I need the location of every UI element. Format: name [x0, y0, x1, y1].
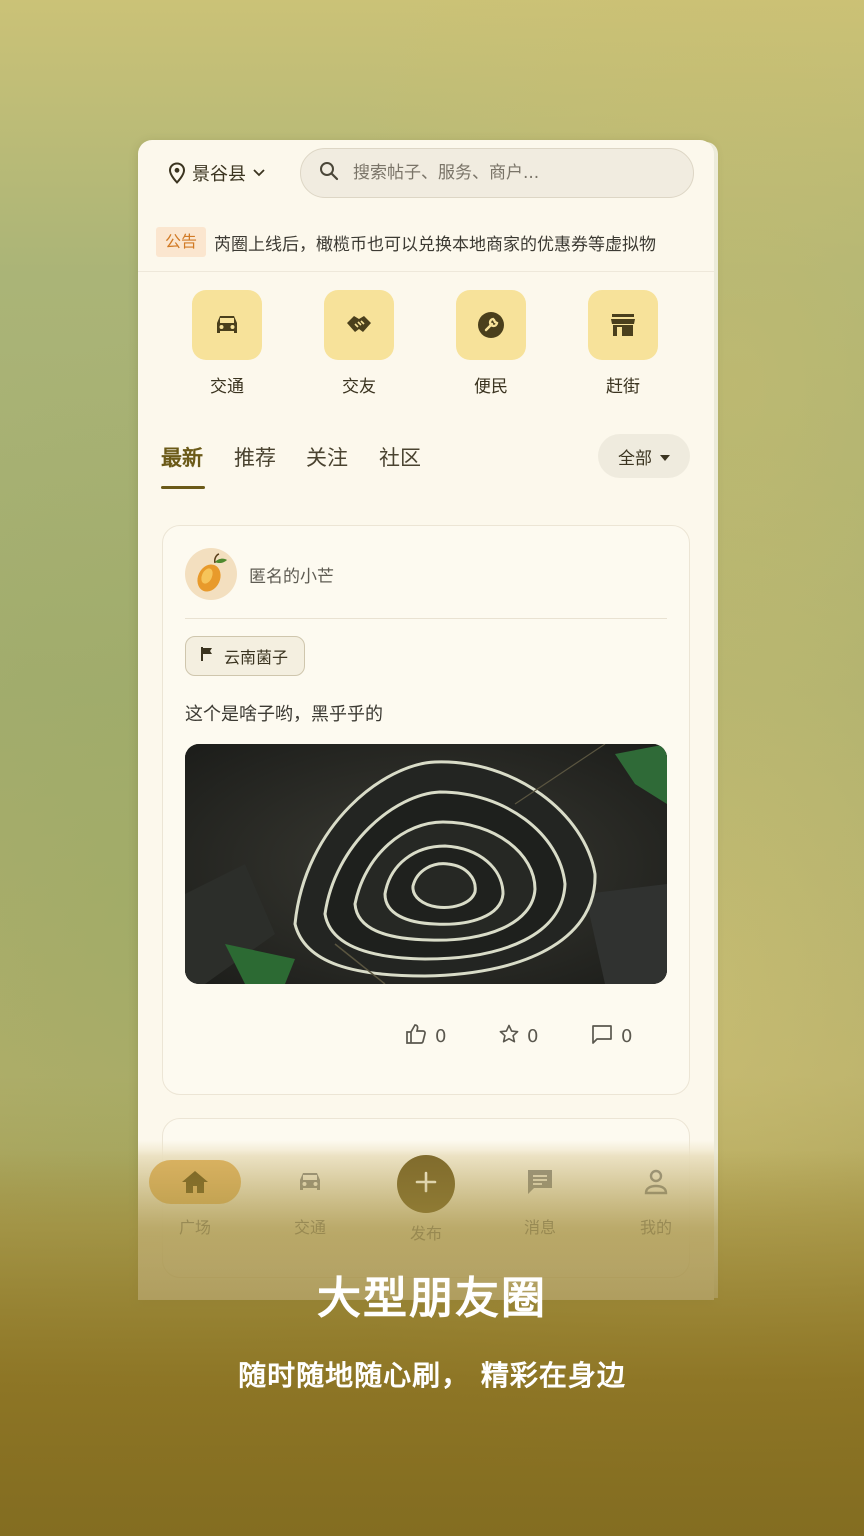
divider [185, 618, 667, 619]
bottom-fade [0, 1150, 864, 1536]
top-bar: 景谷县 [138, 140, 714, 208]
post-actions: 0 0 0 [163, 1024, 689, 1054]
search-bar[interactable] [300, 148, 694, 198]
tab-following[interactable]: 关注 [306, 442, 348, 472]
comment-icon [591, 1024, 613, 1049]
post-image[interactable] [185, 744, 667, 984]
quick-link-label: 交友 [342, 377, 376, 397]
divider [138, 271, 714, 272]
car-icon [192, 290, 262, 360]
tab-recommended[interactable]: 推荐 [234, 442, 276, 472]
star-icon [499, 1024, 519, 1049]
favorite-count: 0 [527, 1026, 539, 1047]
quick-link-label: 交通 [210, 377, 244, 397]
quick-link-label: 赶街 [606, 377, 640, 397]
promo-title: 大型朋友圈 [317, 1273, 547, 1324]
flag-icon [200, 646, 214, 666]
notice-badge: 公告 [156, 227, 206, 257]
quick-link-market[interactable]: 赶街 [578, 290, 668, 397]
tab-latest[interactable]: 最新 [161, 442, 203, 472]
quick-link-friends[interactable]: 交友 [314, 290, 404, 397]
handshake-icon [324, 290, 394, 360]
notice-text: 芮圈上线后，橄榄币也可以兑换本地商家的优惠券等虚拟物 [214, 235, 656, 255]
caret-down-icon [660, 446, 670, 466]
filter-label: 全部 [618, 448, 652, 469]
quick-link-services[interactable]: 便民 [446, 290, 536, 397]
notice-bar[interactable]: 公告 芮圈上线后，橄榄币也可以兑换本地商家的优惠券等虚拟物 [138, 222, 714, 262]
post-text: 这个是啥子哟，黑乎乎的 [185, 704, 383, 725]
like-button[interactable]: 0 [405, 1024, 446, 1049]
feed-tabs: 最新 推荐 关注 社区 全部 [138, 432, 714, 492]
comment-button[interactable]: 0 [591, 1024, 632, 1049]
wrench-icon [456, 290, 526, 360]
quick-link-traffic[interactable]: 交通 [182, 290, 272, 397]
app-screen: 景谷县 公告 芮圈上线后，橄榄币也可以兑换本地商家的优惠券等虚拟物 交通 [138, 140, 714, 1300]
favorite-button[interactable]: 0 [499, 1024, 538, 1049]
avatar[interactable] [185, 548, 237, 600]
comment-count: 0 [621, 1026, 633, 1047]
filter-dropdown[interactable]: 全部 [598, 434, 690, 478]
thumbs-up-icon [405, 1024, 427, 1049]
post-card[interactable]: 匿名的小芒 云南菌子 这个是啥子哟，黑乎乎的 0 0 0 [162, 525, 690, 1095]
search-icon [319, 161, 339, 185]
post-author[interactable]: 匿名的小芒 [249, 562, 334, 587]
topic-tag-label: 云南菌子 [224, 648, 289, 667]
tab-community[interactable]: 社区 [379, 442, 421, 472]
quick-links: 交通 交友 便民 赶街 [138, 290, 714, 400]
location-selector[interactable]: 景谷县 [168, 160, 266, 186]
location-pin-icon [168, 162, 186, 184]
store-icon [588, 290, 658, 360]
promo-subtitle: 随时随地随心刷， 精彩在身边 [238, 1359, 626, 1392]
chevron-down-icon [252, 168, 266, 178]
like-count: 0 [435, 1026, 447, 1047]
location-label: 景谷县 [192, 164, 246, 185]
topic-tag[interactable]: 云南菌子 [185, 636, 306, 676]
quick-link-label: 便民 [474, 377, 508, 397]
search-input[interactable] [351, 162, 655, 184]
tab-indicator [161, 486, 205, 489]
